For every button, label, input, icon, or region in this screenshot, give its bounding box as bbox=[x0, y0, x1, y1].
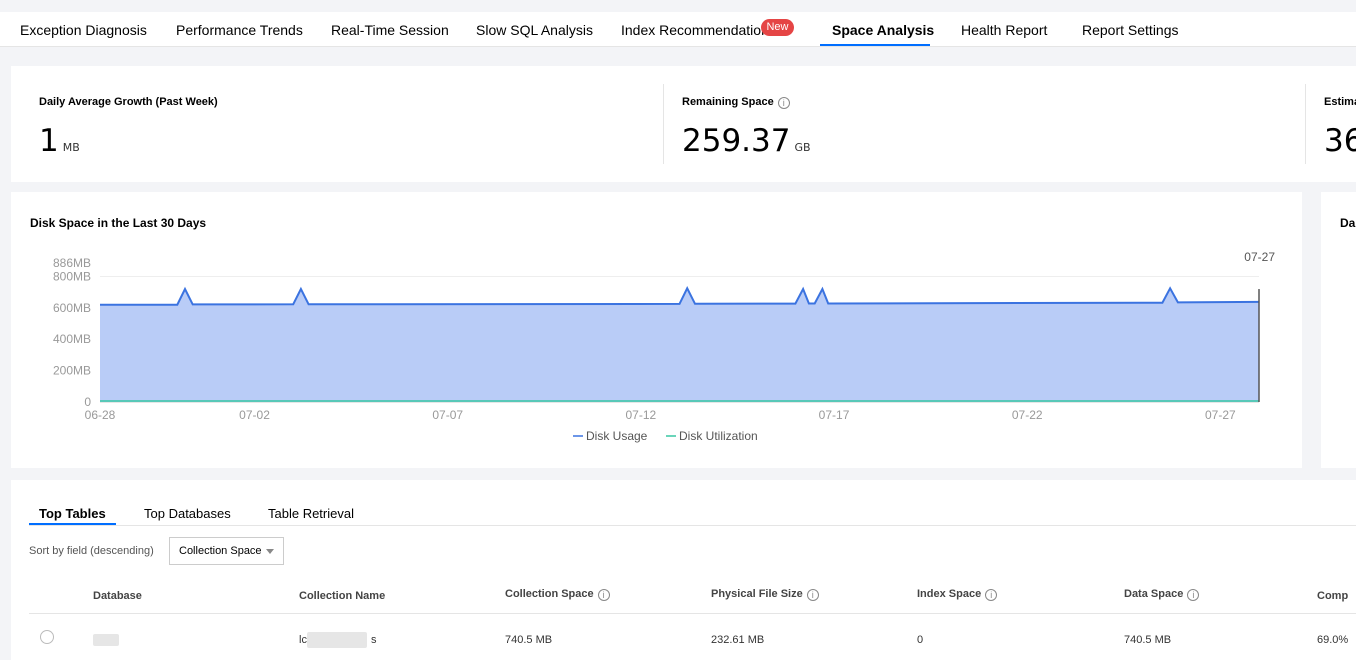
tab-index-recommendation[interactable]: Index Recommendation bbox=[621, 22, 769, 38]
disk-space-chart[interactable]: 0 200MB 400MB 600MB 800MB886MB 06-28 07-02 07-0… bbox=[11, 242, 1302, 452]
right-card-title: Da bbox=[1340, 216, 1356, 230]
cell-collection-name: lc bbox=[299, 634, 307, 646]
y-tick-label: 200MB bbox=[53, 364, 91, 378]
subtab-table-retrieval[interactable]: Table Retrieval bbox=[268, 506, 354, 521]
x-tick-label: 06-28 bbox=[85, 408, 116, 422]
cell-data-space: 740.5 MB bbox=[1124, 634, 1172, 646]
cell-physical-file-size: 232.61 MB bbox=[711, 634, 765, 646]
tab-report-settings[interactable]: Report Settings bbox=[1082, 22, 1179, 38]
subtab-top-databases[interactable]: Top Databases bbox=[144, 506, 231, 521]
info-icon[interactable]: i bbox=[777, 97, 790, 109]
column-header-collection-name: Collection Name bbox=[299, 590, 386, 602]
row-select-radio[interactable] bbox=[40, 630, 54, 644]
disk-usage-line bbox=[100, 286, 1260, 306]
y-tick-label: 800MB bbox=[53, 269, 91, 283]
legend-disk-utilization: Disk Utilization bbox=[679, 429, 758, 443]
cell-comp: 69.0% bbox=[1317, 634, 1349, 646]
tab-exception-diagnosis[interactable]: Exception Diagnosis bbox=[20, 22, 147, 38]
column-header-data-space: Data Space i bbox=[1124, 588, 1200, 601]
daily-growth-label: Daily Average Growth (Past Week) bbox=[39, 96, 218, 108]
x-tick-label: 07-22 bbox=[1012, 408, 1043, 422]
hover-date-label: 07-27 bbox=[1244, 250, 1275, 264]
info-icon[interactable]: i bbox=[1187, 589, 1200, 601]
daily-growth-value: 1 MB bbox=[39, 123, 80, 159]
divider bbox=[29, 613, 1356, 614]
y-tick-label: 400MB bbox=[53, 332, 91, 346]
info-icon[interactable]: i bbox=[985, 589, 998, 601]
estimated-value: 36 bbox=[1324, 123, 1356, 159]
tab-health-report[interactable]: Health Report bbox=[961, 22, 1047, 38]
summary-card: Daily Average Growth (Past Week) 1 MB Rem… bbox=[11, 66, 1356, 182]
info-icon[interactable]: i bbox=[806, 589, 819, 601]
column-header-index-space: Index Space i bbox=[917, 588, 998, 601]
legend-disk-usage: Disk Usage bbox=[586, 429, 648, 443]
tab-real-time-session[interactable]: Real-Time Session bbox=[331, 22, 449, 38]
tab-space-analysis[interactable]: Space Analysis bbox=[832, 22, 934, 38]
estimated-label: Estima bbox=[1324, 96, 1356, 108]
top-tables-panel: Top Tables Top Databases Table Retrieval… bbox=[11, 480, 1356, 660]
x-tick-label: 07-12 bbox=[626, 408, 657, 422]
remaining-space-value: 259.37 GB bbox=[682, 123, 811, 159]
column-header-collection-space: Collection Space i bbox=[505, 588, 610, 601]
remaining-space-label: Remaining Space i bbox=[682, 96, 790, 109]
cell-index-space: 0 bbox=[917, 634, 924, 646]
active-tab-indicator bbox=[820, 44, 930, 46]
subtab-top-tables[interactable]: Top Tables bbox=[39, 506, 106, 521]
top-tab-bar: Exception Diagnosis Performance Trends R… bbox=[0, 12, 1356, 47]
chart-title: Disk Space in the Last 30 Days bbox=[30, 216, 207, 230]
column-header-physical-file-size: Physical File Size i bbox=[711, 588, 819, 601]
y-tick-label: 600MB bbox=[53, 301, 91, 315]
disk-space-chart-card: Disk Space in the Last 30 Days 0 200MB 400… bbox=[11, 192, 1302, 468]
divider bbox=[29, 525, 1356, 526]
right-chart-card: Da bbox=[1321, 192, 1356, 468]
new-badge: New bbox=[761, 19, 794, 36]
column-header-database: Database bbox=[93, 590, 142, 602]
divider bbox=[663, 84, 664, 164]
y-tick-label: 886MB bbox=[53, 256, 91, 270]
sort-label: Sort by field (descending) bbox=[29, 545, 154, 557]
sort-field-select[interactable]: Collection Space bbox=[169, 537, 284, 565]
cell-collection-name-suffix: s bbox=[371, 634, 377, 646]
x-tick-label: 07-07 bbox=[432, 408, 463, 422]
tab-performance-trends[interactable]: Performance Trends bbox=[176, 22, 303, 38]
chevron-down-icon bbox=[266, 549, 274, 554]
redacted-database bbox=[93, 634, 119, 646]
disk-usage-area bbox=[100, 288, 1259, 402]
tab-slow-sql-analysis[interactable]: Slow SQL Analysis bbox=[476, 22, 593, 38]
divider bbox=[1305, 84, 1306, 164]
x-tick-label: 07-02 bbox=[239, 408, 270, 422]
info-icon[interactable]: i bbox=[597, 589, 610, 601]
column-header-comp: Comp bbox=[1317, 590, 1349, 602]
x-tick-label: 07-27 bbox=[1205, 408, 1236, 422]
y-tick-label: 0 bbox=[84, 395, 91, 409]
x-tick-label: 07-17 bbox=[819, 408, 850, 422]
redacted-collection-name bbox=[307, 632, 367, 648]
cell-collection-space: 740.5 MB bbox=[505, 634, 553, 646]
